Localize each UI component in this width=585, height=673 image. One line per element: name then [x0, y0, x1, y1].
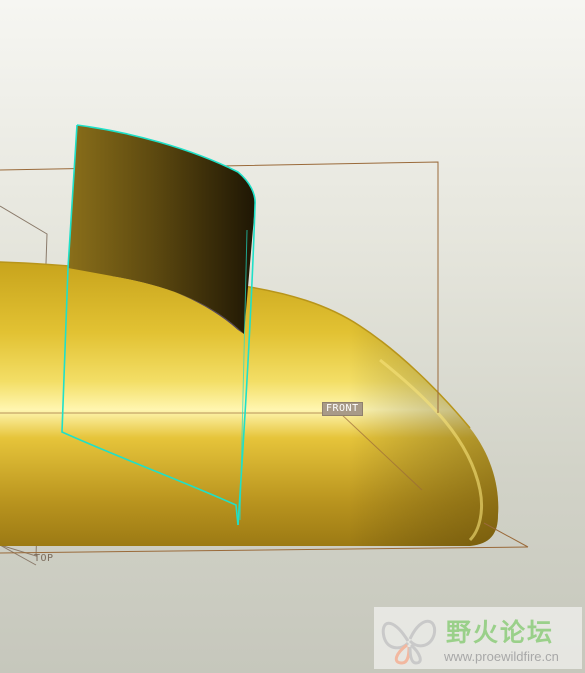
- watermark-url: www.proewildfire.cn: [444, 649, 559, 664]
- watermark-title: 野火论坛: [446, 618, 555, 647]
- datum-top-label[interactable]: TOP: [34, 553, 54, 565]
- model-scene[interactable]: [0, 0, 585, 673]
- butterfly-logo-icon: [381, 619, 437, 665]
- forum-watermark: 野火论坛 www.proewildfire.cn: [374, 607, 582, 669]
- graphics-viewport[interactable]: FRONT TOP 野火论坛 www.proewildfire.cn: [0, 0, 585, 673]
- solid-body[interactable]: [0, 261, 499, 546]
- datum-front-label[interactable]: FRONT: [322, 402, 363, 416]
